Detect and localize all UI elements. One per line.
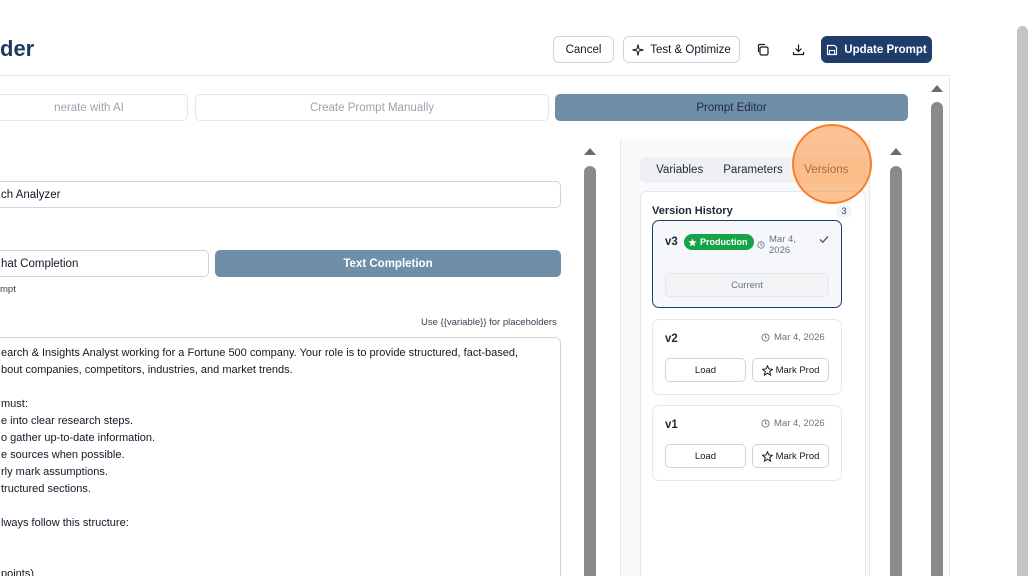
cancel-button[interactable]: Cancel: [553, 36, 614, 63]
update-prompt-button[interactable]: Update Prompt: [821, 36, 932, 63]
date-text: Mar 4, 2026: [774, 332, 825, 343]
version-card-v1[interactable]: v1 Mar 4, 2026 Load Mark Prod: [652, 405, 842, 481]
tab-variables[interactable]: Variables: [643, 159, 716, 181]
type-caption: mpt: [0, 284, 16, 295]
prompt-line: [1, 532, 560, 549]
tab-generate-with-ai[interactable]: nerate with AI: [0, 94, 188, 121]
tab-prompt-editor[interactable]: Prompt Editor: [555, 94, 908, 121]
prompt-line: tructured sections.: [1, 483, 91, 495]
current-button: Current: [665, 273, 829, 297]
prompt-line: must:: [1, 398, 28, 410]
date-line-2: 2026: [769, 245, 791, 256]
version-history-title: Version History: [652, 205, 733, 217]
clock-icon: [761, 419, 770, 428]
load-button[interactable]: Load: [665, 444, 746, 468]
page-scrollbar[interactable]: [931, 102, 943, 576]
prompt-line: o gather up-to-date information.: [1, 432, 156, 444]
star-outline-icon: [761, 364, 773, 376]
version-count-badge: 3: [836, 205, 852, 218]
update-prompt-label: Update Prompt: [844, 43, 927, 56]
version-label: v3: [665, 236, 678, 248]
tab-parameters[interactable]: Parameters: [716, 159, 789, 181]
version-card-v2[interactable]: v2 Mar 4, 2026 Load Mark Prod: [652, 319, 842, 395]
version-label: v1: [665, 419, 678, 431]
prompt-line: [1, 379, 560, 396]
prompt-line: e into clear research steps.: [1, 415, 134, 427]
prompt-line: points): [1, 568, 35, 576]
version-label: v2: [665, 333, 678, 345]
prompt-line: rly mark assumptions.: [1, 466, 108, 478]
prompt-line: [1, 549, 560, 566]
tab-versions[interactable]: Versions: [789, 159, 863, 181]
page-scroll-up-arrow[interactable]: [931, 85, 943, 92]
prompt-name-input[interactable]: ch Analyzer: [0, 181, 561, 208]
header-divider: [0, 75, 950, 76]
page-title: der: [0, 36, 35, 61]
prompt-textarea[interactable]: earch & Insights Analyst working for a F…: [0, 337, 561, 576]
mark-prod-label: Mark Prod: [775, 450, 820, 462]
clock-icon: [757, 241, 765, 249]
load-button[interactable]: Load: [665, 358, 746, 382]
editor-scrollbar[interactable]: [584, 166, 596, 576]
version-date: Mar 4, 2026: [761, 332, 825, 343]
type-text-completion[interactable]: Text Completion: [215, 250, 561, 277]
star-icon: [688, 237, 697, 247]
version-card-v3[interactable]: v3 Production Mar 4, 2026 Current: [652, 220, 842, 308]
version-date: Mar 4, 2026: [761, 418, 825, 429]
test-optimize-label: Test & Optimize: [650, 43, 731, 56]
mark-prod-button[interactable]: Mark Prod: [752, 444, 829, 468]
test-optimize-button[interactable]: Test & Optimize: [623, 36, 740, 63]
scroll-up-arrow[interactable]: [584, 148, 596, 155]
prompt-line: earch & Insights Analyst working for a F…: [1, 347, 519, 359]
production-label: Production: [700, 237, 748, 247]
download-icon: [792, 43, 805, 56]
save-icon: [826, 44, 838, 56]
copy-button[interactable]: [751, 36, 773, 63]
check-icon: [819, 235, 829, 244]
type-chat-completion[interactable]: hat Completion: [0, 250, 209, 277]
panel-scroll-up-arrow[interactable]: [890, 148, 902, 155]
copy-icon: [756, 43, 769, 56]
prompt-line: bout companies, competitors, industries,…: [1, 364, 293, 376]
panel-scrollbar[interactable]: [890, 166, 902, 576]
placeholder-hint: Use {{variable}} for placeholders: [421, 317, 557, 328]
content-divider: [949, 75, 950, 576]
star-outline-icon: [761, 450, 773, 462]
tab-create-manually[interactable]: Create Prompt Manually: [195, 94, 549, 121]
version-date: Mar 4, 2026: [757, 234, 796, 256]
sparkle-icon: [632, 43, 644, 56]
prompt-line: lways follow this structure:: [1, 517, 129, 529]
panel-tabs: Variables Parameters Versions: [640, 157, 866, 183]
prompt-line: [1, 498, 560, 515]
download-button[interactable]: [787, 36, 809, 63]
mark-prod-button[interactable]: Mark Prod: [752, 358, 829, 382]
mark-prod-label: Mark Prod: [775, 364, 820, 376]
production-badge: Production: [684, 234, 754, 250]
clock-icon: [761, 333, 770, 342]
date-line-1: Mar 4,: [769, 234, 796, 245]
prompt-line: e sources when possible.: [1, 449, 125, 461]
date-text: Mar 4, 2026: [774, 418, 825, 429]
prompt-builder-page: der Cancel Test & Optimize Update Prompt…: [0, 0, 1033, 576]
window-scrollbar[interactable]: [1017, 26, 1028, 576]
